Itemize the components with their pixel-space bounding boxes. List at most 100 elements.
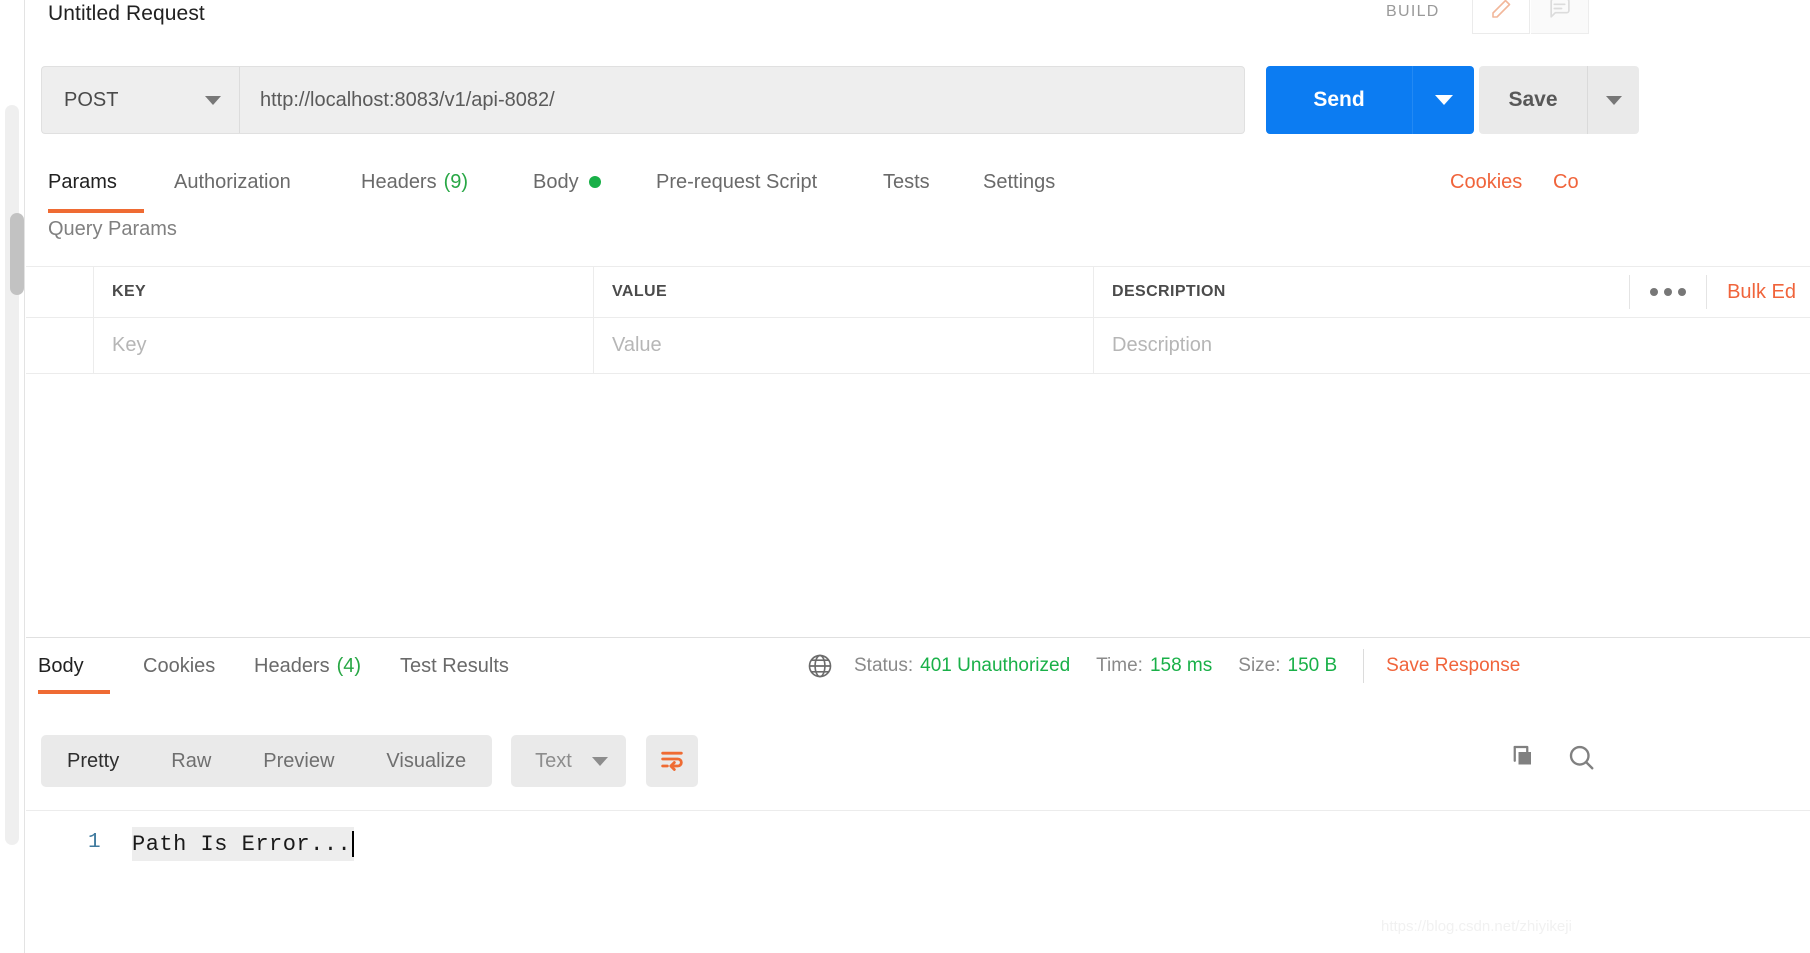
watermark: https://blog.csdn.net/zhiyikeji bbox=[1381, 918, 1572, 935]
word-wrap-icon bbox=[658, 745, 686, 778]
send-options-button[interactable] bbox=[1412, 66, 1474, 134]
tab-count: (9) bbox=[443, 170, 469, 193]
vertical-scrollbar-track[interactable] bbox=[5, 105, 24, 845]
left-scroll-gutter bbox=[0, 0, 25, 953]
search-icon[interactable] bbox=[1566, 742, 1596, 777]
row-checkbox-cell[interactable] bbox=[26, 318, 94, 373]
response-tab-test-results[interactable]: Test Results bbox=[400, 638, 509, 694]
active-tab-indicator bbox=[48, 209, 144, 213]
page-title: Untitled Request bbox=[48, 2, 205, 25]
ellipsis-icon[interactable] bbox=[1630, 266, 1706, 318]
request-response-panel: Untitled Request BUILD POST http://local… bbox=[26, 0, 1810, 953]
active-tab-indicator bbox=[38, 690, 110, 694]
column-header-value: VALUE bbox=[594, 267, 1094, 317]
response-body-toolbar: Pretty Raw Preview Visualize Text bbox=[41, 735, 698, 787]
divider bbox=[1363, 649, 1365, 683]
format-tab-pretty[interactable]: Pretty bbox=[41, 735, 145, 787]
chevron-down-icon bbox=[1434, 95, 1453, 105]
tab-label: Params bbox=[48, 170, 117, 193]
edit-request-button[interactable] bbox=[1472, 0, 1530, 34]
response-tab-body[interactable]: Body bbox=[38, 638, 110, 694]
line-number: 1 bbox=[88, 831, 101, 854]
code-line[interactable]: Path Is Error... bbox=[132, 827, 355, 861]
format-tab-preview[interactable]: Preview bbox=[237, 735, 360, 787]
tab-params[interactable]: Params bbox=[48, 155, 144, 213]
tab-label: Authorization bbox=[174, 170, 291, 193]
chevron-down-icon bbox=[1605, 95, 1622, 105]
url-input[interactable]: http://localhost:8083/v1/api-8082/ bbox=[239, 66, 1245, 134]
response-tab-headers[interactable]: Headers (4) bbox=[254, 638, 361, 694]
code-link[interactable]: Co bbox=[1553, 155, 1579, 209]
response-tab-cookies[interactable]: Cookies bbox=[143, 638, 215, 694]
request-tabs: Params Authorization Headers (9) Body Pr… bbox=[26, 155, 1810, 213]
word-wrap-toggle[interactable] bbox=[645, 735, 698, 787]
cookies-link[interactable]: Cookies bbox=[1450, 155, 1522, 209]
tab-label: Settings bbox=[983, 170, 1056, 193]
globe-icon bbox=[806, 652, 834, 680]
url-input-value: http://localhost:8083/v1/api-8082/ bbox=[260, 88, 555, 111]
table-row: Key Value Description bbox=[26, 318, 1810, 374]
dot bbox=[1678, 288, 1687, 296]
pencil-icon bbox=[1489, 0, 1513, 26]
comments-button[interactable] bbox=[1531, 0, 1589, 34]
table-header-actions: Bulk Ed bbox=[1629, 266, 1810, 318]
tab-label: Pre-request Script bbox=[656, 170, 818, 193]
time-value: 158 ms bbox=[1149, 655, 1213, 676]
param-key-input[interactable]: Key bbox=[94, 318, 594, 373]
url-bar: POST http://localhost:8083/v1/api-8082/ bbox=[41, 66, 1245, 134]
chevron-down-icon bbox=[205, 95, 221, 105]
tab-pre-request-script[interactable]: Pre-request Script bbox=[656, 155, 817, 209]
select-all-cell bbox=[26, 267, 94, 317]
send-button-group: Send bbox=[1266, 66, 1474, 134]
status-badge: 401 Unauthorized bbox=[920, 655, 1071, 676]
response-body-text: Path Is Error... bbox=[132, 831, 352, 857]
bulk-edit-button[interactable]: Bulk Ed bbox=[1707, 266, 1810, 318]
build-mode-label: BUILD bbox=[1386, 3, 1440, 20]
chevron-down-icon bbox=[591, 756, 608, 766]
tab-tests[interactable]: Tests bbox=[883, 155, 930, 209]
time-label: Time: bbox=[1096, 655, 1143, 676]
size-value: 150 B bbox=[1287, 655, 1338, 676]
column-header-key: KEY bbox=[94, 267, 594, 317]
response-body-tools-right bbox=[1506, 742, 1596, 777]
format-tab-raw[interactable]: Raw bbox=[145, 735, 237, 787]
tab-label: Body bbox=[533, 170, 579, 193]
body-present-dot-icon bbox=[588, 176, 601, 188]
text-cursor bbox=[352, 831, 355, 857]
send-button[interactable]: Send bbox=[1266, 66, 1412, 134]
vertical-scrollbar-thumb[interactable] bbox=[10, 213, 24, 295]
tab-label: Body bbox=[38, 654, 84, 677]
response-language-select[interactable]: Text bbox=[511, 735, 626, 787]
param-description-input[interactable]: Description bbox=[1094, 318, 1810, 373]
request-header: Untitled Request BUILD bbox=[26, 0, 1810, 45]
status-label: Status: bbox=[854, 655, 914, 676]
size-label: Size: bbox=[1238, 655, 1281, 676]
tab-label: Headers bbox=[254, 654, 330, 677]
tab-label: Cookies bbox=[143, 654, 216, 677]
dot bbox=[1650, 288, 1659, 296]
http-method-select[interactable]: POST bbox=[41, 66, 239, 134]
tab-authorization[interactable]: Authorization bbox=[174, 155, 291, 209]
table-header-row: KEY VALUE DESCRIPTION Bulk Ed bbox=[26, 266, 1810, 318]
response-status-strip: Status: 401 Unauthorized Time: 158 ms Si… bbox=[806, 638, 1520, 694]
response-tabs: Body Cookies Headers (4) Test Results St… bbox=[26, 638, 1810, 694]
save-response-button[interactable]: Save Response bbox=[1386, 655, 1520, 677]
save-options-button[interactable] bbox=[1587, 66, 1639, 134]
tab-count: (4) bbox=[336, 654, 362, 677]
copy-icon[interactable] bbox=[1506, 742, 1536, 777]
tab-settings[interactable]: Settings bbox=[983, 155, 1055, 209]
tab-label: Test Results bbox=[400, 654, 509, 677]
save-button[interactable]: Save bbox=[1479, 66, 1587, 134]
format-tab-visualize[interactable]: Visualize bbox=[360, 735, 492, 787]
language-value: Text bbox=[535, 749, 572, 772]
dot bbox=[1664, 288, 1673, 296]
param-value-input[interactable]: Value bbox=[594, 318, 1094, 373]
tab-label: Tests bbox=[883, 170, 930, 193]
tab-headers[interactable]: Headers (9) bbox=[361, 155, 468, 209]
query-params-heading: Query Params bbox=[48, 218, 177, 240]
tab-label: Headers bbox=[361, 170, 437, 193]
comment-icon bbox=[1547, 0, 1572, 26]
save-button-group: Save bbox=[1479, 66, 1639, 134]
http-method-value: POST bbox=[64, 88, 119, 111]
tab-body[interactable]: Body bbox=[533, 155, 601, 209]
